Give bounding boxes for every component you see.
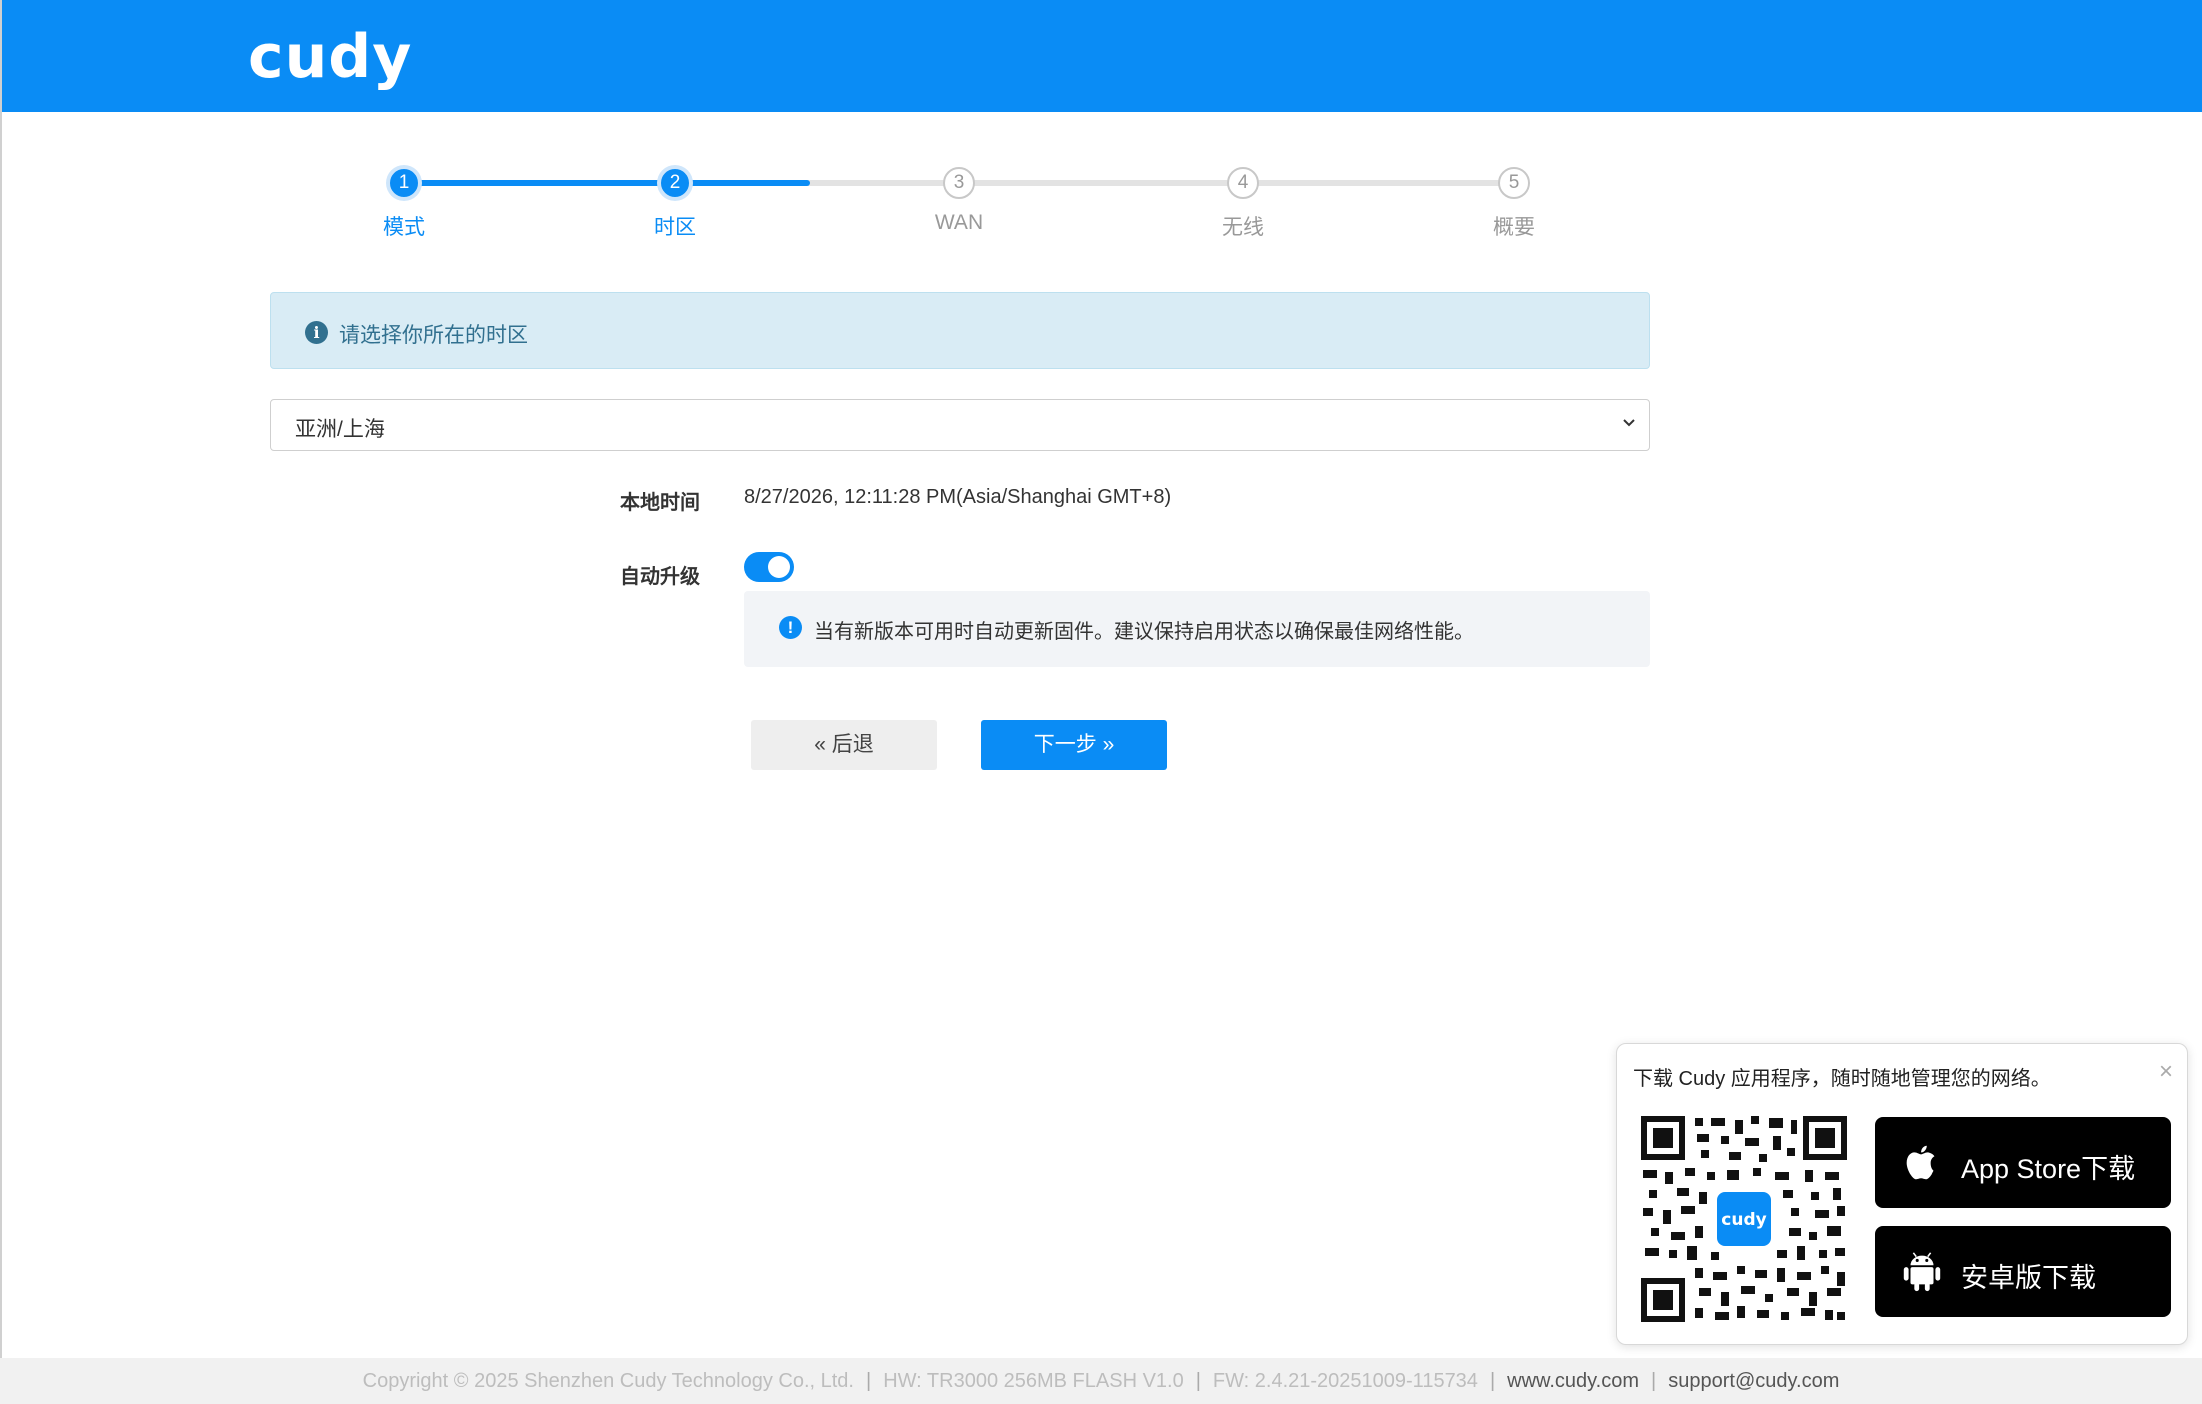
step-summary: 5 概要 [1454, 160, 1574, 241]
exclamation-icon: ! [779, 616, 802, 639]
app-store-label: App Store下载 [1961, 1154, 2136, 1184]
footer-separator: | [1195, 1370, 1201, 1392]
chevron-down-icon [1623, 419, 1635, 427]
android-download-button[interactable]: 安卓版下载 [1875, 1226, 2171, 1317]
timezone-select-value: 亚洲/上海 [295, 418, 385, 441]
toggle-knob [768, 556, 790, 578]
step-timezone: 2 时区 [615, 160, 735, 241]
stepper-progress [404, 180, 810, 186]
footer-copyright: Copyright © 2025 Shenzhen Cudy Technolog… [362, 1370, 854, 1392]
info-icon: i [305, 321, 328, 344]
qr-code: cudy [1641, 1116, 1847, 1322]
info-text: 请选择你所在的时区 [339, 324, 528, 347]
auto-upgrade-label: 自动升级 [620, 566, 700, 588]
step-number: 5 [1498, 167, 1530, 199]
local-time-label: 本地时间 [620, 492, 700, 514]
support-email-link[interactable]: support@cudy.com [1668, 1370, 1839, 1392]
footer: Copyright © 2025 Shenzhen Cudy Technolog… [0, 1358, 2202, 1404]
step-mode: 1 模式 [344, 160, 464, 241]
step-label: 概要 [1493, 216, 1535, 239]
step-number: 2 [659, 167, 691, 199]
setup-stepper: 1 模式 2 时区 3 WAN 4 无线 5 概要 [0, 160, 2202, 260]
footer-hw: HW: TR3000 256MB FLASH V1.0 [883, 1370, 1184, 1392]
step-wan: 3 WAN [899, 160, 1019, 235]
step-label: 时区 [654, 216, 696, 239]
apple-icon [1906, 1145, 1935, 1180]
app-download-popup: 下载 Cudy 应用程序，随时随地管理您的网络。 × cudy App Stor… [1616, 1043, 2188, 1345]
popup-title: 下载 Cudy 应用程序，随时随地管理您的网络。 [1633, 1068, 2051, 1090]
footer-separator: | [866, 1370, 872, 1392]
qr-logo-text: cudy [1721, 1210, 1766, 1230]
step-number: 4 [1227, 167, 1259, 199]
auto-upgrade-toggle[interactable] [744, 552, 794, 582]
back-button[interactable]: « 后退 [751, 720, 937, 770]
timezone-info-alert: i 请选择你所在的时区 [270, 292, 1650, 369]
android-label: 安卓版下载 [1961, 1263, 2096, 1293]
step-label: 模式 [383, 216, 425, 239]
step-label: WAN [934, 211, 984, 234]
footer-separator: | [1489, 1370, 1496, 1392]
timezone-select[interactable]: 亚洲/上海 [270, 399, 1650, 451]
step-number: 3 [943, 167, 975, 199]
local-time-value: 8/27/2026, 12:11:28 PM(Asia/Shanghai GMT… [744, 486, 1172, 508]
app-store-button[interactable]: App Store下载 [1875, 1117, 2171, 1208]
step-number: 1 [388, 167, 420, 199]
footer-separator: | [1651, 1370, 1657, 1392]
android-icon [1903, 1252, 1941, 1292]
footer-fw: FW: 2.4.21-20251009-115734 [1212, 1370, 1478, 1392]
cudy-logo[interactable]: cudy [248, 22, 412, 92]
step-label: 无线 [1222, 216, 1264, 239]
step-wireless: 4 无线 [1183, 160, 1303, 241]
close-icon[interactable]: × [2159, 1058, 2173, 1086]
website-link[interactable]: www.cudy.com [1507, 1370, 1639, 1392]
top-header: cudy [2, 0, 2202, 112]
auto-upgrade-note-text: 当有新版本可用时自动更新固件。建议保持启用状态以确保最佳网络性能。 [814, 621, 1474, 643]
auto-upgrade-note: ! 当有新版本可用时自动更新固件。建议保持启用状态以确保最佳网络性能。 [744, 591, 1650, 667]
next-button[interactable]: 下一步 » [981, 720, 1167, 770]
